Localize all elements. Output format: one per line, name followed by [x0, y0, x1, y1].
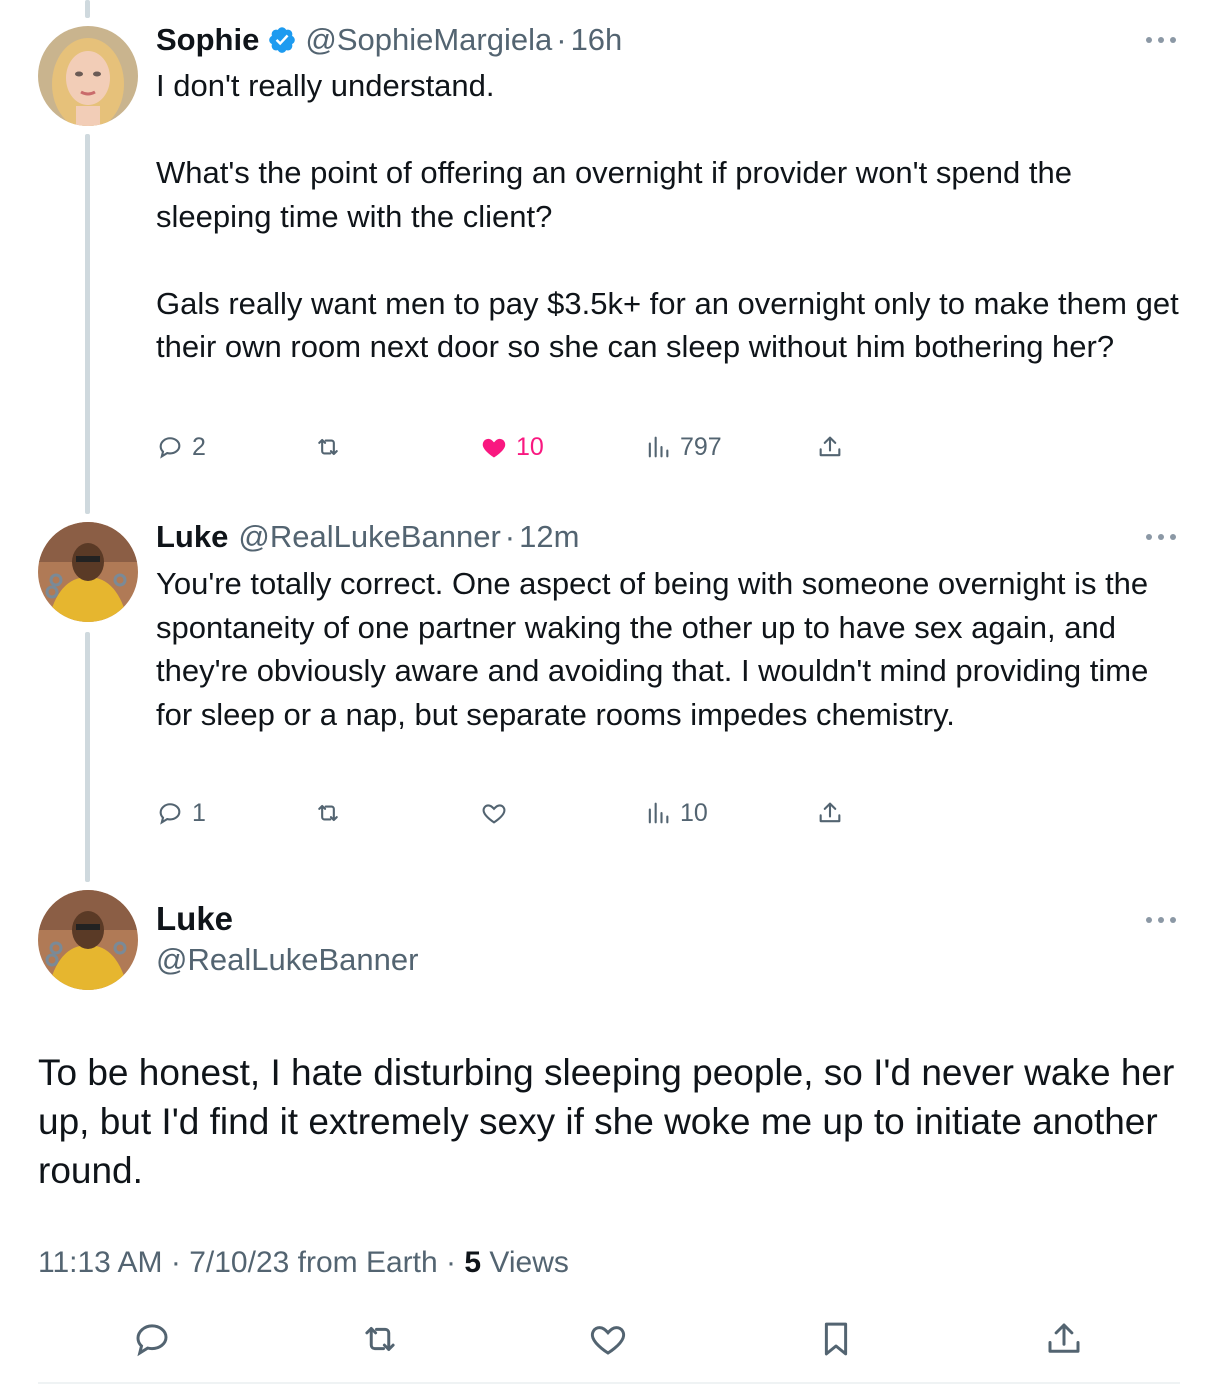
thread-line	[85, 0, 90, 18]
separator-dot: ·	[170, 1246, 181, 1279]
share-button[interactable]	[1043, 1318, 1085, 1360]
reply-button[interactable]: 1	[156, 796, 206, 830]
retweet-icon	[365, 1327, 395, 1351]
reply-count: 2	[192, 432, 206, 461]
tweet-text: You're totally correct. One aspect of be…	[156, 566, 1149, 732]
author-name[interactable]: Luke	[156, 519, 228, 555]
tweet-text: I don't really understand. What's the po…	[156, 68, 1179, 364]
views-count: 5	[464, 1246, 482, 1279]
share-icon	[819, 802, 841, 823]
tweet-actions: 2 10 797	[156, 430, 856, 464]
reply-button[interactable]	[131, 1318, 173, 1360]
author-handle[interactable]: @SophieMargiela	[305, 22, 552, 58]
like-button[interactable]	[587, 1318, 629, 1360]
tweet-time[interactable]: 12m	[519, 519, 579, 555]
tweet-actions: 1 10	[156, 796, 856, 830]
separator-dot: ·	[504, 519, 516, 554]
thread-line	[85, 632, 90, 882]
author-handle[interactable]: @RealLukeBanner	[238, 519, 500, 555]
more-icon[interactable]	[1146, 36, 1176, 44]
main-author-handle[interactable]: @RealLukeBanner	[156, 942, 418, 978]
views-button[interactable]: 10	[644, 796, 708, 830]
retweet-button[interactable]	[314, 796, 342, 830]
like-button[interactable]: 10	[480, 430, 544, 464]
reply-icon	[159, 803, 181, 825]
tweet-date[interactable]: 7/10/23	[189, 1246, 289, 1279]
thread-line	[85, 134, 90, 514]
more-icon[interactable]	[1146, 533, 1176, 541]
retweet-icon	[318, 804, 338, 822]
views-count: 797	[680, 432, 722, 461]
separator-dot: ·	[446, 1246, 457, 1279]
separator-dot: ·	[556, 22, 567, 57]
avatar-sophie[interactable]	[38, 26, 138, 126]
reply-count: 1	[192, 798, 206, 827]
views-icon	[648, 802, 669, 824]
share-icon	[819, 436, 841, 457]
reply-button[interactable]: 2	[156, 430, 206, 464]
bookmark-button[interactable]	[815, 1318, 857, 1360]
main-author-name[interactable]: Luke	[156, 900, 233, 938]
tweet-header: Luke @RealLukeBanner · 12m	[156, 517, 579, 557]
retweet-button[interactable]	[359, 1318, 401, 1360]
share-button[interactable]	[816, 430, 844, 464]
main-tweet-text: To be honest, I hate disturbing sleeping…	[38, 1052, 1175, 1191]
views-count: 10	[680, 798, 708, 827]
verified-badge-icon	[267, 25, 297, 55]
avatar-luke[interactable]	[38, 522, 138, 622]
tweet-source: from Earth	[297, 1246, 438, 1279]
reply-icon	[136, 1324, 168, 1357]
main-tweet-actions	[0, 1318, 1212, 1362]
tweet-header: Sophie @SophieMargiela · 16h	[156, 20, 622, 60]
like-icon	[482, 438, 506, 458]
views-label[interactable]: Views	[489, 1246, 568, 1279]
share-button[interactable]	[816, 796, 844, 830]
bookmark-icon	[824, 1322, 848, 1356]
like-button[interactable]	[480, 796, 508, 830]
like-icon	[590, 1326, 626, 1355]
tweet-time[interactable]: 11:13 AM	[38, 1246, 163, 1279]
retweet-button[interactable]	[314, 430, 342, 464]
retweet-icon	[318, 438, 338, 456]
views-icon	[648, 436, 669, 458]
share-icon	[1048, 1323, 1080, 1353]
tweet-meta: 11:13 AM · 7/10/23 from Earth · 5 Views	[38, 1246, 569, 1280]
like-icon	[482, 804, 506, 824]
divider	[38, 1382, 1180, 1384]
like-count: 10	[516, 432, 544, 461]
more-icon[interactable]	[1146, 916, 1176, 924]
reply-icon	[159, 437, 181, 459]
tweet-time[interactable]: 16h	[571, 22, 623, 58]
views-button[interactable]: 797	[644, 430, 722, 464]
author-name[interactable]: Sophie	[156, 22, 259, 58]
avatar-luke-main[interactable]	[38, 890, 138, 990]
